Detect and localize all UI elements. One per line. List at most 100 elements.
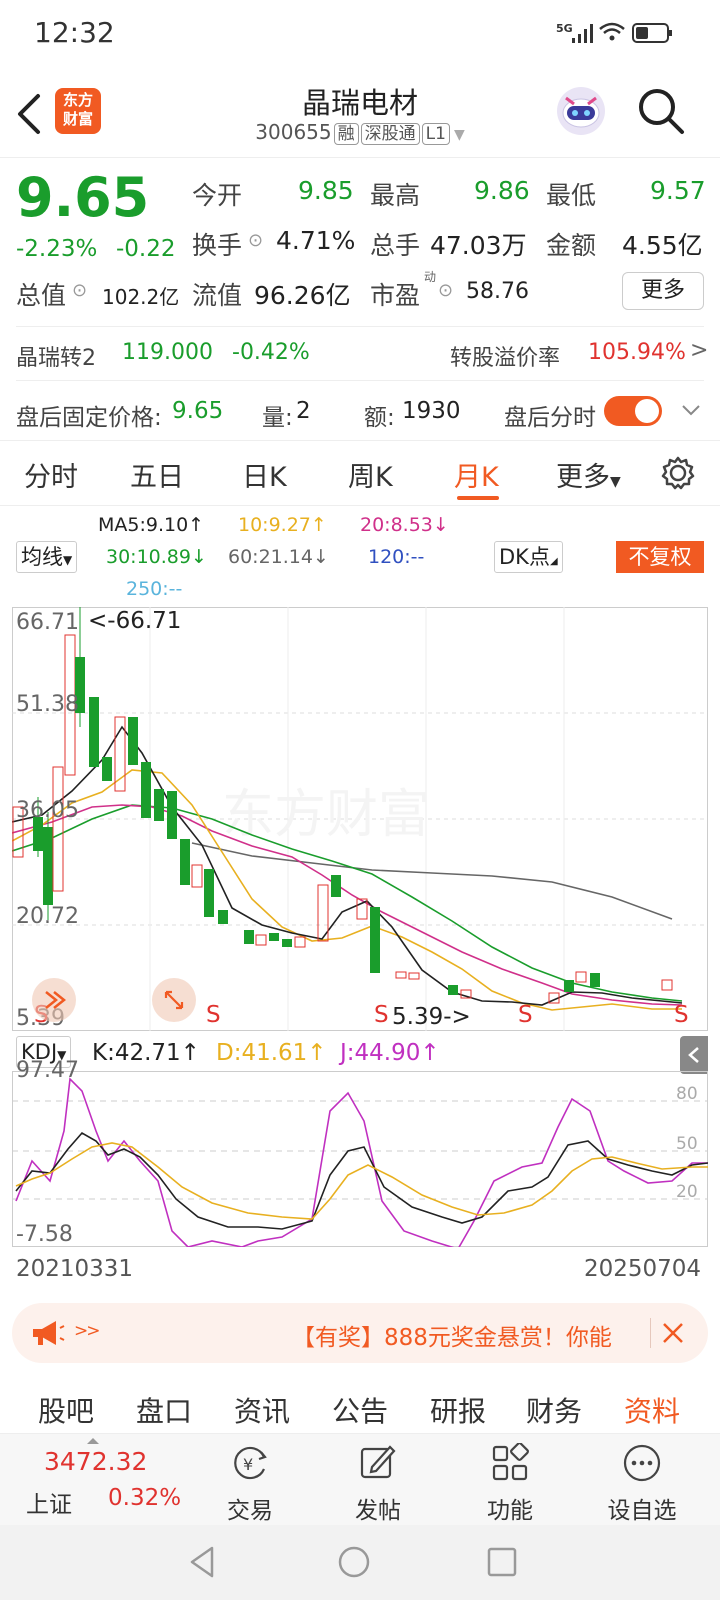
kdj-k-value: K:42.71↑ <box>92 1040 200 1066</box>
functions-button[interactable]: 功能 <box>450 1433 570 1525</box>
status-bar: 12:32 5G <box>0 0 720 66</box>
candle-down <box>218 910 228 924</box>
index-ticker[interactable]: 3472.32 上证 0.32% <box>0 1433 190 1525</box>
s-marker: S <box>374 1002 389 1028</box>
ma30-value: 30:10.89↓ <box>106 546 207 568</box>
tab-announcements[interactable]: 公告 <box>332 1390 388 1430</box>
post-button[interactable]: 发帖 <box>318 1433 438 1525</box>
open-value: 9.85 <box>298 176 354 205</box>
info-icon[interactable]: ⊙ <box>438 280 453 301</box>
candle-down <box>564 980 574 992</box>
search-icon[interactable] <box>636 86 686 136</box>
robot-assistant-icon[interactable] <box>554 84 608 138</box>
premium-value: 105.94% <box>588 340 686 365</box>
stock-code-line: 300655 融深股通 L1 ▼ <box>0 120 720 145</box>
edit-icon <box>360 1445 396 1479</box>
turnover-label: 换手 <box>192 231 243 260</box>
tab-daily-k[interactable]: 日K <box>242 455 287 494</box>
after-hours-price: 9.65 <box>172 398 224 424</box>
after-hours-chart-label: 盘后分时 <box>504 405 596 431</box>
kdj-chart <box>12 1077 708 1247</box>
price-axis-l4: 20.72 <box>16 904 79 929</box>
banner-divider <box>650 1318 651 1348</box>
after-hours-vol-label: 量: <box>262 405 293 431</box>
tab-weekly-k[interactable]: 周K <box>348 455 393 494</box>
info-icon[interactable]: ⊙ <box>248 230 263 251</box>
open-label: 今开 <box>192 181 243 210</box>
ma-select[interactable]: 均线▼ <box>16 541 78 573</box>
more-button[interactable]: 更多 <box>622 272 704 310</box>
tab-more[interactable]: 更多▼ <box>556 455 621 494</box>
arrows-glyph <box>45 991 67 1009</box>
grid-apps-icon <box>492 1443 529 1481</box>
mktcap-value: 102.2亿 <box>102 285 180 309</box>
index-value: 3472.32 <box>44 1447 148 1476</box>
stock-title: 晶瑞电材 <box>301 86 418 120</box>
candle-down <box>180 839 190 885</box>
mktcap-label: 总值 <box>16 281 67 310</box>
price-axis-max: 66.71 <box>16 610 79 635</box>
kdj-j-value: J:44.90↑ <box>340 1040 440 1066</box>
tab-orderbook[interactable]: 盘口 <box>136 1390 192 1430</box>
adjust-button[interactable]: 不复权 <box>616 541 704 573</box>
ma20-value: 20:8.53↓ <box>360 514 449 536</box>
tag-level: L1 <box>421 123 450 145</box>
candle-up <box>661 979 673 991</box>
dk-point-select[interactable]: DK点◢ <box>494 541 563 573</box>
tab-five-day[interactable]: 五日 <box>130 455 184 494</box>
volume-value: 47.03万 <box>430 231 527 260</box>
home-nav-icon[interactable] <box>336 1544 372 1580</box>
after-hours-toggle[interactable] <box>604 396 662 426</box>
signal-icon <box>572 24 593 43</box>
tab-news[interactable]: 资讯 <box>234 1390 290 1430</box>
status-time: 12:32 <box>34 16 115 49</box>
tab-monthly-k[interactable]: 月K <box>454 455 499 494</box>
ma120-value: 120:-- <box>368 546 425 568</box>
amount-label: 金额 <box>546 231 597 260</box>
post-label: 发帖 <box>355 1498 401 1524</box>
add-watchlist-button[interactable]: 设自选 <box>582 1433 702 1525</box>
high-value: 9.86 <box>474 176 530 205</box>
banner-arrow: >> <box>74 1321 100 1341</box>
after-hours-amt: 1930 <box>402 398 461 424</box>
pe-value: 58.76 <box>466 279 529 304</box>
gear-icon[interactable] <box>660 455 696 491</box>
tab-intraday[interactable]: 分时 <box>24 455 78 494</box>
after-hours-price-label: 盘后固定价格: <box>16 405 162 431</box>
tag-connect: 深股通 <box>360 123 420 145</box>
chevron-right-icon[interactable]: > <box>690 338 708 363</box>
change-amount: -0.22 <box>116 236 176 262</box>
ma-select-label: 均线 <box>21 545 63 569</box>
chevron-down-icon[interactable] <box>680 402 702 418</box>
amount-value: 4.55亿 <box>622 231 703 260</box>
trade-button[interactable]: ¥ 交易 <box>190 1433 310 1525</box>
back-nav-icon[interactable] <box>186 1544 218 1580</box>
more-dots-icon <box>623 1444 661 1482</box>
candle-up <box>255 934 267 946</box>
convertible-pct: -0.42% <box>232 340 310 365</box>
recents-nav-icon[interactable] <box>486 1546 518 1578</box>
low-label: 最低 <box>546 181 597 210</box>
tag-margin: 融 <box>333 123 359 145</box>
add-watchlist-label: 设自选 <box>607 1498 677 1524</box>
expand-arrows-icon[interactable] <box>32 978 76 1022</box>
fullscreen-icon[interactable] <box>152 978 196 1022</box>
convertible-name[interactable]: 晶瑞转2 <box>16 340 96 372</box>
candle-down <box>204 869 214 917</box>
low-value: 9.57 <box>650 176 706 205</box>
ma10-value: 10:9.27↑ <box>238 514 327 536</box>
collapse-panel-button[interactable] <box>680 1036 708 1074</box>
close-icon[interactable] <box>660 1320 686 1346</box>
premium-label[interactable]: 转股溢价率 <box>450 340 560 372</box>
tab-research[interactable]: 研报 <box>430 1390 486 1430</box>
wifi-icon <box>599 22 625 41</box>
date-end: 20250704 <box>584 1256 702 1282</box>
tab-financials[interactable]: 财务 <box>526 1390 582 1430</box>
dropdown-icon[interactable]: ▼ <box>454 127 465 143</box>
candle-down <box>331 875 341 897</box>
tab-forum[interactable]: 股吧 <box>38 1390 94 1430</box>
info-icon[interactable]: ⊙ <box>72 280 87 301</box>
kdj-axis-max: 97.47 <box>16 1058 79 1083</box>
divider <box>16 326 704 327</box>
tab-profile[interactable]: 资料 <box>624 1390 680 1430</box>
